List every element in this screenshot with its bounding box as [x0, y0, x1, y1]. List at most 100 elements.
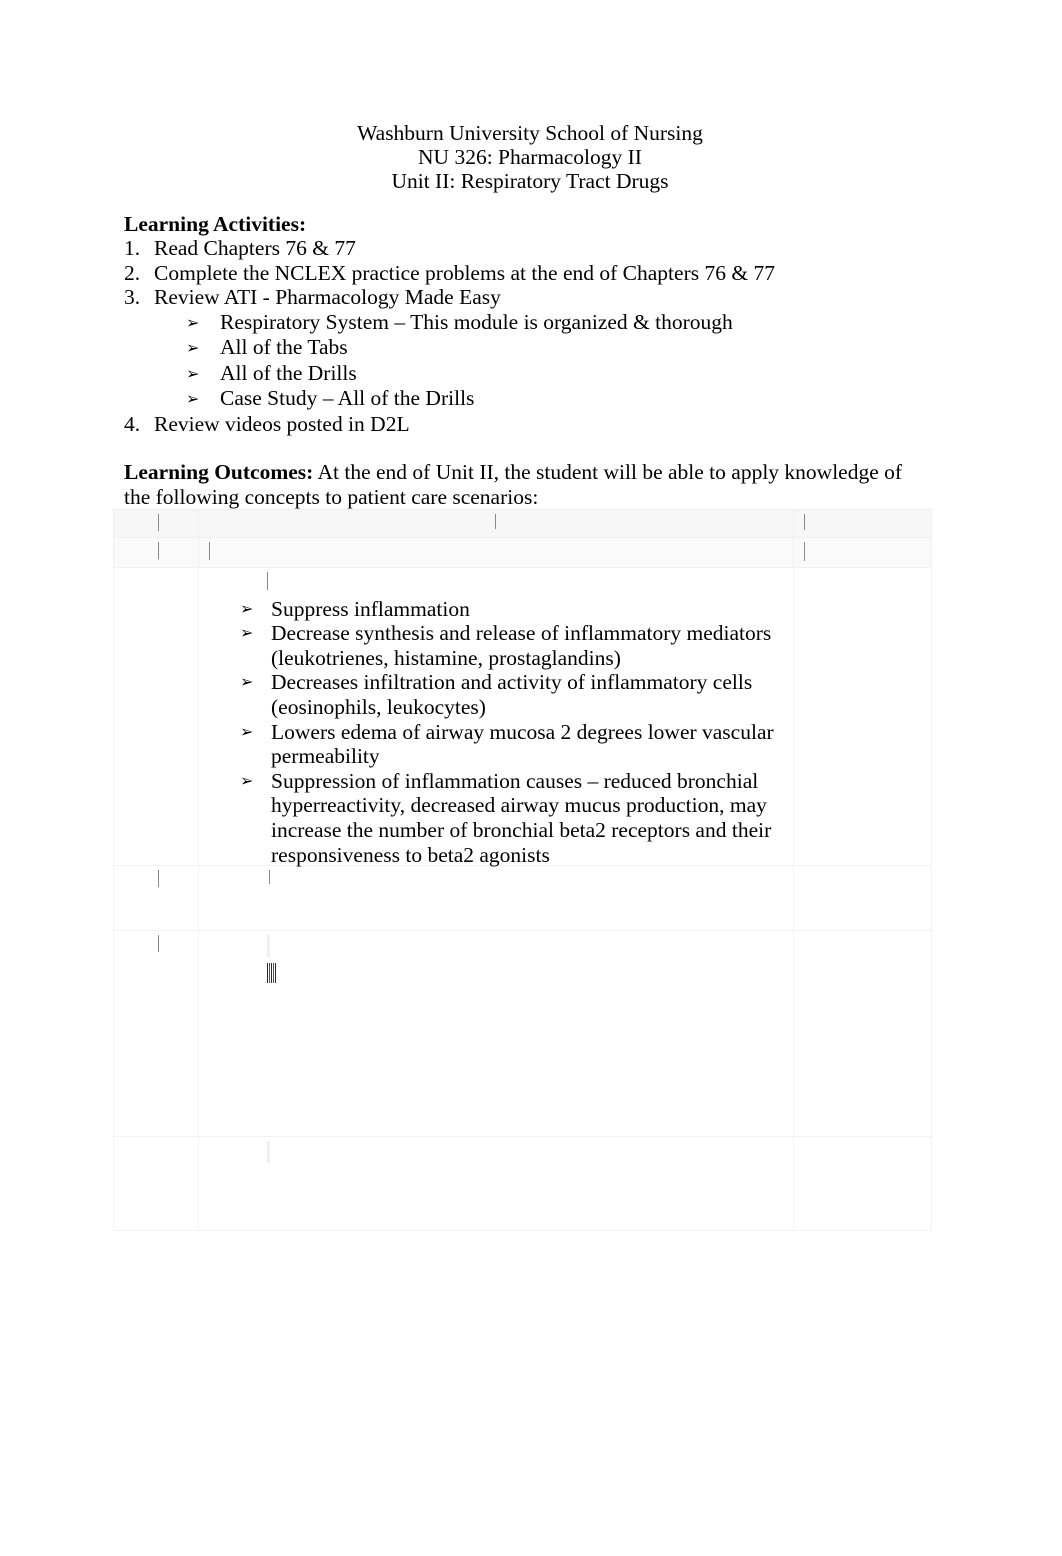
table-cell-description[interactable] — [198, 865, 794, 931]
table-cell-notes-text — [794, 866, 931, 930]
mechanism-bullet-item: ➢ Decrease synthesis and release of infl… — [205, 621, 787, 670]
cursor-artifact — [209, 542, 210, 560]
list-item: 3. Review ATI - Pharmacology Made Easy — [124, 285, 936, 310]
list-item-number: 3. — [124, 285, 141, 310]
table-header-label-description — [199, 510, 793, 537]
list-item-label: Review videos posted in D2L — [154, 411, 410, 436]
header-line-course: NU 326: Pharmacology II — [418, 144, 642, 169]
table-cell-notes-text — [794, 1137, 931, 1230]
table-subheader-cell-category[interactable] — [113, 537, 199, 568]
table-cell-category[interactable] — [113, 567, 199, 866]
arrow-bullet-icon: ➢ — [186, 338, 200, 358]
arrow-bullet-icon: ➢ — [186, 363, 200, 383]
learning-outcomes-paragraph: Learning Outcomes: At the end of Unit II… — [124, 460, 924, 509]
table-cell-notes-text — [794, 931, 931, 1136]
table-cell-category[interactable] — [113, 865, 199, 931]
table-header-row — [113, 509, 932, 538]
sub-list-item: ➢ Respiratory System – This module is or… — [124, 310, 936, 336]
sub-list-item-label: Respiratory System – This module is orga… — [220, 309, 733, 334]
table-cell-category-text — [114, 866, 198, 930]
table-subheader-label-notes — [794, 538, 931, 567]
learning-activities-list: 1. Read Chapters 76 & 77 2. Complete the… — [124, 236, 936, 436]
mechanism-bullet-label: Decrease synthesis and release of inflam… — [271, 621, 772, 670]
table-cell-description-text — [199, 931, 793, 1136]
cursor-artifact — [269, 870, 270, 884]
table-cell-category-text — [114, 1137, 198, 1230]
cursor-artifact — [158, 542, 159, 559]
arrow-bullet-icon: ➢ — [240, 770, 254, 790]
sub-list-item: ➢ Case Study – All of the Drills — [124, 386, 936, 412]
cursor-artifact — [267, 1141, 270, 1163]
table-row — [113, 930, 932, 1137]
cursor-artifact — [804, 542, 805, 561]
cursor-artifact — [267, 935, 270, 957]
learning-outcomes-table: ➢ Suppress inflammation ➢ Decrease synth… — [113, 509, 932, 1231]
list-item-number: 2. — [124, 260, 141, 285]
sub-list-item-label: All of the Tabs — [220, 335, 348, 360]
sub-list-item: ➢ All of the Drills — [124, 361, 936, 387]
table-cell-description-text — [199, 866, 793, 930]
sub-list-item: ➢ All of the Tabs — [124, 335, 936, 361]
cursor-artifact — [158, 870, 159, 887]
table-header-label-category — [114, 510, 198, 537]
glyph-artifact — [267, 962, 276, 983]
arrow-bullet-icon: ➢ — [186, 389, 200, 409]
table-row — [113, 1136, 932, 1231]
table-header-cell-category[interactable] — [113, 509, 199, 538]
list-item-number: 4. — [124, 411, 141, 436]
list-item: 4. Review videos posted in D2L — [124, 412, 936, 437]
table-cell-notes[interactable] — [793, 1136, 932, 1231]
mechanism-bullet-item: ➢ Decreases infiltration and activity of… — [205, 670, 787, 719]
learning-activities-sub-list: ➢ Respiratory System – This module is or… — [124, 310, 936, 412]
document-page: Washburn University School of Nursing NU… — [0, 0, 1062, 1556]
list-item-label: Review ATI - Pharmacology Made Easy — [154, 285, 501, 310]
table-cell-notes-text — [794, 568, 931, 865]
table-cell-category[interactable] — [113, 1136, 199, 1231]
list-item-label: Complete the NCLEX practice problems at … — [154, 260, 775, 285]
table-cell-description[interactable] — [198, 930, 794, 1137]
table-cell-description-content: ➢ Suppress inflammation ➢ Decrease synth… — [199, 568, 793, 867]
table-cell-description[interactable]: ➢ Suppress inflammation ➢ Decrease synth… — [198, 567, 794, 867]
table-cell-description[interactable] — [198, 1136, 794, 1231]
table-subheader-cell-notes[interactable] — [793, 537, 932, 568]
table-header-cell-notes[interactable] — [793, 509, 932, 538]
cursor-artifact — [158, 514, 159, 531]
list-item: 2. Complete the NCLEX practice problems … — [124, 261, 936, 286]
table-cell-category-text — [114, 568, 198, 865]
mechanism-bullet-item: ➢ Lowers edema of airway mucosa 2 degree… — [205, 720, 787, 769]
mechanism-bullet-label: Suppress inflammation — [271, 596, 470, 621]
table-row: ➢ Suppress inflammation ➢ Decrease synth… — [113, 567, 932, 867]
table-cell-notes[interactable] — [793, 865, 932, 931]
mechanism-bullet-label: Decreases infiltration and activity of i… — [271, 670, 753, 719]
table-header-cell-description[interactable] — [198, 509, 794, 538]
table-subheader-row — [113, 537, 932, 568]
header-line-institution: Washburn University School of Nursing — [357, 121, 703, 145]
document-header: Washburn University School of Nursing NU… — [124, 121, 936, 193]
arrow-bullet-icon: ➢ — [186, 312, 200, 332]
arrow-bullet-icon: ➢ — [240, 721, 254, 741]
cursor-artifact — [495, 514, 496, 529]
arrow-bullet-icon: ➢ — [240, 598, 254, 618]
table-subheader-label-category — [114, 538, 198, 567]
arrow-bullet-icon: ➢ — [240, 623, 254, 643]
mechanism-bullet-item: ➢ Suppression of inflammation causes – r… — [205, 769, 787, 867]
arrow-bullet-icon: ➢ — [240, 672, 254, 692]
cursor-artifact — [158, 935, 159, 952]
learning-activities-heading: Learning Activities: — [124, 212, 307, 236]
table-cell-category-text — [114, 931, 198, 1136]
table-cell-category[interactable] — [113, 930, 199, 1137]
table-subheader-cell-description[interactable] — [198, 537, 794, 568]
table-cell-description-text — [199, 1137, 793, 1230]
table-cell-notes[interactable] — [793, 930, 932, 1137]
sub-list-item-label: Case Study – All of the Drills — [220, 386, 475, 411]
mechanism-bullet-label: Lowers edema of airway mucosa 2 degrees … — [271, 719, 774, 769]
list-item-number: 1. — [124, 236, 141, 260]
table-row — [113, 865, 932, 931]
list-item: 1. Read Chapters 76 & 77 — [124, 236, 936, 261]
mechanism-bullet-item: ➢ Suppress inflammation — [205, 597, 787, 622]
table-subheader-label-description — [199, 538, 793, 567]
table-cell-notes[interactable] — [793, 567, 932, 866]
list-item-label: Read Chapters 76 & 77 — [154, 236, 356, 260]
cursor-artifact — [267, 572, 268, 590]
header-line-unit: Unit II: Respiratory Tract Drugs — [391, 168, 669, 193]
